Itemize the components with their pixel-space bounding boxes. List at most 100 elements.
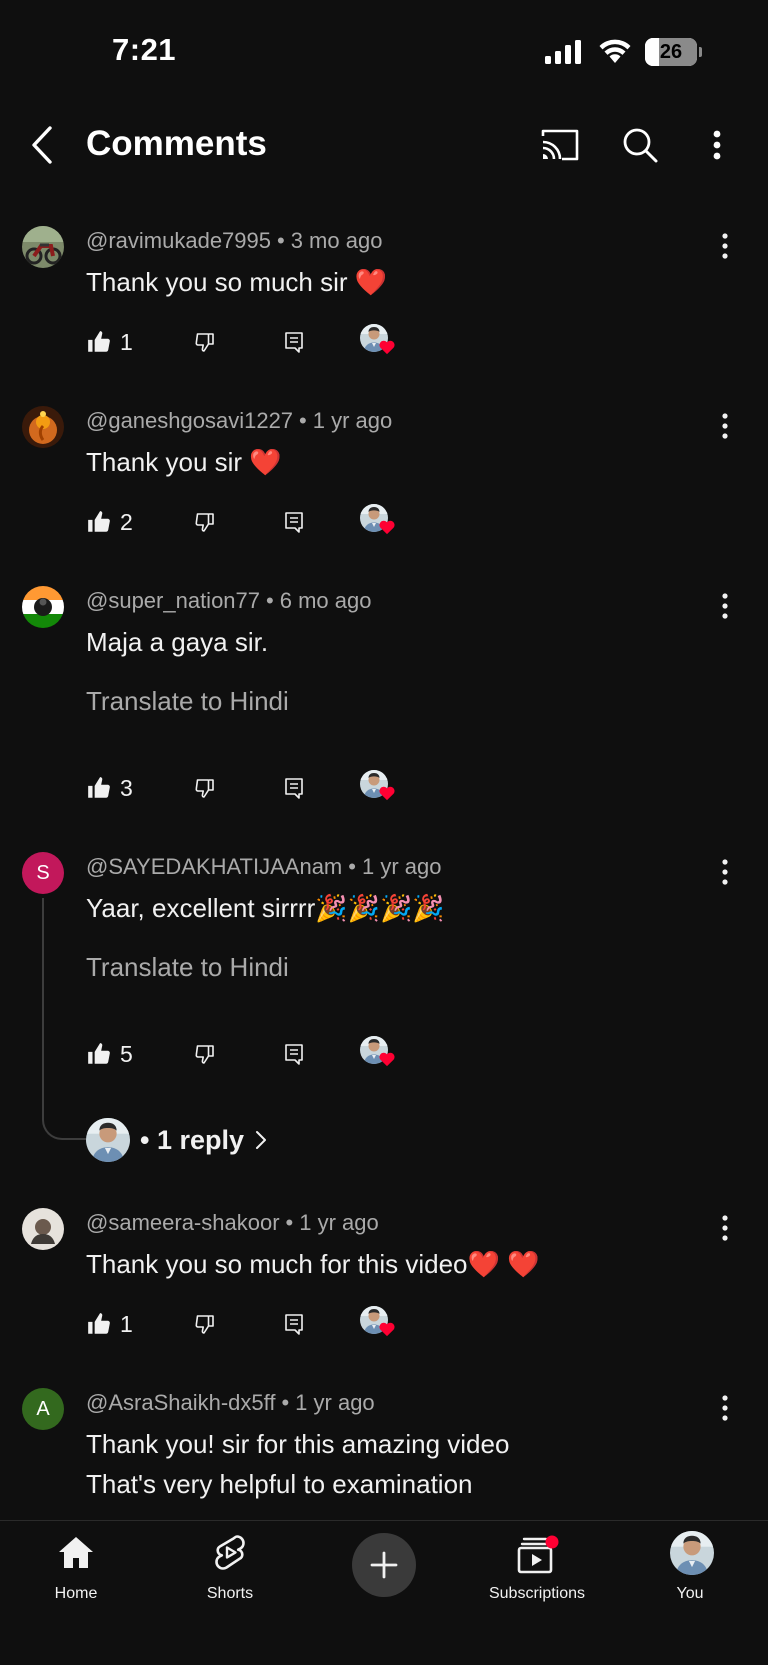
- comment-author[interactable]: @ganeshgosavi1227: [86, 408, 293, 433]
- avatar-letter: S: [36, 862, 50, 884]
- comment-author[interactable]: @AsraShaikh-dx5ff: [86, 1390, 275, 1415]
- comment-age: 1 yr ago: [295, 1390, 375, 1415]
- shorts-icon: [215, 1535, 245, 1570]
- profile-avatar: [670, 1531, 714, 1575]
- nav-label: Shorts: [206, 1585, 254, 1602]
- thread-connector: [42, 898, 88, 1140]
- comment-text: Thank you so much for this video❤️ ❤️: [86, 1249, 540, 1279]
- cellular-signal-icon: [545, 40, 581, 64]
- thumbs-up-icon: [86, 775, 112, 801]
- heart-icon: [378, 1050, 396, 1068]
- like-count: 2: [120, 508, 133, 535]
- like-count: 5: [120, 1040, 133, 1067]
- comment-menu-icon[interactable]: [710, 1388, 740, 1428]
- comment-text-line: Thank you! sir for this amazing video: [86, 1429, 510, 1459]
- back-arrow-icon[interactable]: [22, 120, 62, 170]
- reply-icon[interactable]: [274, 768, 314, 808]
- like-count: 1: [120, 1310, 133, 1337]
- like-button[interactable]: 3: [86, 768, 133, 808]
- comment-menu-icon[interactable]: [710, 226, 740, 266]
- create-button[interactable]: [352, 1533, 416, 1597]
- nav-label: Home: [54, 1585, 98, 1602]
- comment-meta: @sameera-shakoor • 1 yr ago: [86, 1210, 379, 1235]
- comment-age: 1 yr ago: [361, 854, 442, 879]
- avatar[interactable]: [22, 226, 64, 268]
- avatar[interactable]: S: [22, 852, 64, 894]
- avatar[interactable]: [22, 586, 64, 628]
- home-icon: [59, 1537, 93, 1568]
- reply-icon[interactable]: [274, 1034, 314, 1074]
- comment-actions: 1: [86, 1304, 446, 1344]
- comment-meta: @ganeshgosavi1227 • 1 yr ago: [86, 408, 393, 433]
- like-count: 1: [120, 328, 133, 355]
- bottom-navigation: Home Shorts Subscriptions You: [0, 1520, 768, 1665]
- comment-actions: 2: [86, 502, 446, 542]
- thumbs-down-icon[interactable]: [186, 502, 226, 542]
- comment-age: 6 mo ago: [279, 588, 372, 613]
- nav-subscriptions[interactable]: Subscriptions: [477, 1521, 597, 1641]
- heart-icon: [378, 518, 396, 536]
- comment-menu-icon[interactable]: [710, 1208, 740, 1248]
- comment-text: Thank you so much sir ❤️: [86, 267, 388, 297]
- comment-text: Thank you sir ❤️: [86, 447, 282, 477]
- comment-author[interactable]: @super_nation77: [86, 588, 260, 613]
- thumbs-down-icon[interactable]: [186, 322, 226, 362]
- comment-author[interactable]: @ravimukade7995: [86, 228, 271, 253]
- thumbs-up-icon: [86, 1311, 112, 1337]
- thumbs-down-icon[interactable]: [186, 1304, 226, 1344]
- nav-you[interactable]: You: [650, 1521, 730, 1641]
- comment-meta: @ravimukade7995 • 3 mo ago: [86, 228, 383, 253]
- comment-author[interactable]: @sameera-shakoor: [86, 1210, 280, 1235]
- comment-age: 3 mo ago: [290, 228, 383, 253]
- avatar[interactable]: [22, 406, 64, 448]
- comments-header: Comments: [0, 110, 768, 182]
- subscriptions-icon: [517, 1535, 559, 1574]
- comment-menu-icon[interactable]: [710, 406, 740, 446]
- replies-count: • 1 reply: [140, 1124, 245, 1155]
- view-replies-button[interactable]: • 1 reply: [86, 1117, 268, 1163]
- battery-level: 26: [659, 41, 683, 63]
- reply-icon[interactable]: [274, 1304, 314, 1344]
- like-button[interactable]: 1: [86, 1304, 133, 1344]
- comment-actions: 1: [86, 322, 446, 362]
- creator-heart-badge: [360, 1036, 396, 1072]
- chevron-right-icon: [256, 1131, 267, 1149]
- thumbs-up-icon: [86, 1041, 112, 1067]
- creator-heart-badge: [360, 504, 396, 540]
- creator-heart-badge: [360, 770, 396, 806]
- comment-menu-icon[interactable]: [710, 852, 740, 892]
- comment-meta: @AsraShaikh-dx5ff • 1 yr ago: [86, 1390, 375, 1415]
- comment-age: 1 yr ago: [299, 1210, 379, 1235]
- heart-icon: [378, 338, 396, 356]
- plus-icon: [370, 1551, 398, 1579]
- nav-shorts[interactable]: Shorts: [190, 1521, 270, 1641]
- thumbs-down-icon[interactable]: [186, 1034, 226, 1074]
- avatar[interactable]: [22, 1208, 64, 1250]
- like-button[interactable]: 1: [86, 322, 133, 362]
- reply-icon[interactable]: [274, 502, 314, 542]
- avatar[interactable]: A: [22, 1388, 64, 1430]
- nav-label: Subscriptions: [488, 1585, 586, 1602]
- reply-icon[interactable]: [274, 322, 314, 362]
- more-vertical-icon[interactable]: [702, 122, 732, 168]
- comment-age: 1 yr ago: [312, 408, 393, 433]
- heart-icon: [378, 1320, 396, 1338]
- like-button[interactable]: 5: [86, 1034, 133, 1074]
- thumbs-down-icon[interactable]: [186, 768, 226, 808]
- translate-link[interactable]: Translate to Hindi: [86, 952, 289, 983]
- creator-avatar: [86, 1118, 130, 1162]
- comment-meta: @super_nation77 • 6 mo ago: [86, 588, 372, 613]
- like-count: 3: [120, 774, 133, 801]
- creator-heart-badge: [360, 1306, 396, 1342]
- translate-link[interactable]: Translate to Hindi: [86, 686, 289, 717]
- search-icon[interactable]: [617, 122, 663, 168]
- comment-actions: 3: [86, 768, 446, 808]
- like-button[interactable]: 2: [86, 502, 133, 542]
- comment-menu-icon[interactable]: [710, 586, 740, 626]
- thumbs-up-icon: [86, 509, 112, 535]
- cast-icon[interactable]: [537, 122, 583, 168]
- nav-home[interactable]: Home: [36, 1521, 116, 1641]
- creator-heart-badge: [360, 324, 396, 360]
- comment-author[interactable]: @SAYEDAKHATIJAAnam: [86, 854, 342, 879]
- comment-meta: @SAYEDAKHATIJAAnam • 1 yr ago: [86, 854, 442, 879]
